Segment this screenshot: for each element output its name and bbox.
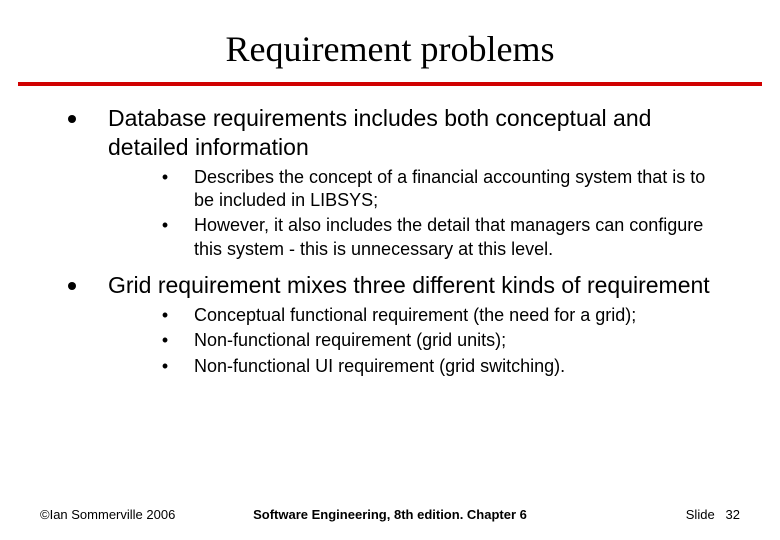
footer-slide-num: 32 xyxy=(726,507,740,522)
bullet-text: Grid requirement mixes three different k… xyxy=(108,271,710,300)
bullet-level1: Database requirements includes both conc… xyxy=(60,104,720,162)
slide: Requirement problems Database requiremen… xyxy=(0,0,780,540)
slide-title: Requirement problems xyxy=(0,0,780,82)
dot-bullet-icon: • xyxy=(150,166,180,189)
subbullet-text: Describes the concept of a financial acc… xyxy=(194,166,720,213)
bullet-level2: • Non-functional requirement (grid units… xyxy=(150,329,720,352)
footer-slide-label: Slide xyxy=(686,507,715,522)
disc-bullet-icon xyxy=(68,115,76,123)
footer-copyright: ©Ian Sommerville 2006 xyxy=(40,507,175,522)
footer-slide-number: Slide 32 xyxy=(686,507,740,522)
dot-bullet-icon: • xyxy=(150,304,180,327)
subbullet-text: Non-functional UI requirement (grid swit… xyxy=(194,355,565,378)
bullet-level2: • Non-functional UI requirement (grid sw… xyxy=(150,355,720,378)
slide-footer: ©Ian Sommerville 2006 Software Engineeri… xyxy=(0,507,780,522)
bullet-text: Database requirements includes both conc… xyxy=(108,104,720,162)
footer-book-title: Software Engineering, 8th edition. Chapt… xyxy=(253,507,527,522)
bullet-level2: • Conceptual functional requirement (the… xyxy=(150,304,720,327)
dot-bullet-icon: • xyxy=(150,329,180,352)
title-rule xyxy=(18,82,762,86)
dot-bullet-icon: • xyxy=(150,214,180,237)
slide-body: Database requirements includes both conc… xyxy=(0,104,780,378)
bullet-level1: Grid requirement mixes three different k… xyxy=(60,271,720,300)
dot-bullet-icon: • xyxy=(150,355,180,378)
bullet-level2: • Describes the concept of a financial a… xyxy=(150,166,720,213)
disc-bullet-icon xyxy=(68,282,76,290)
subbullet-text: Conceptual functional requirement (the n… xyxy=(194,304,636,327)
bullet-level2: • However, it also includes the detail t… xyxy=(150,214,720,261)
subbullet-text: However, it also includes the detail tha… xyxy=(194,214,720,261)
subbullet-text: Non-functional requirement (grid units); xyxy=(194,329,506,352)
